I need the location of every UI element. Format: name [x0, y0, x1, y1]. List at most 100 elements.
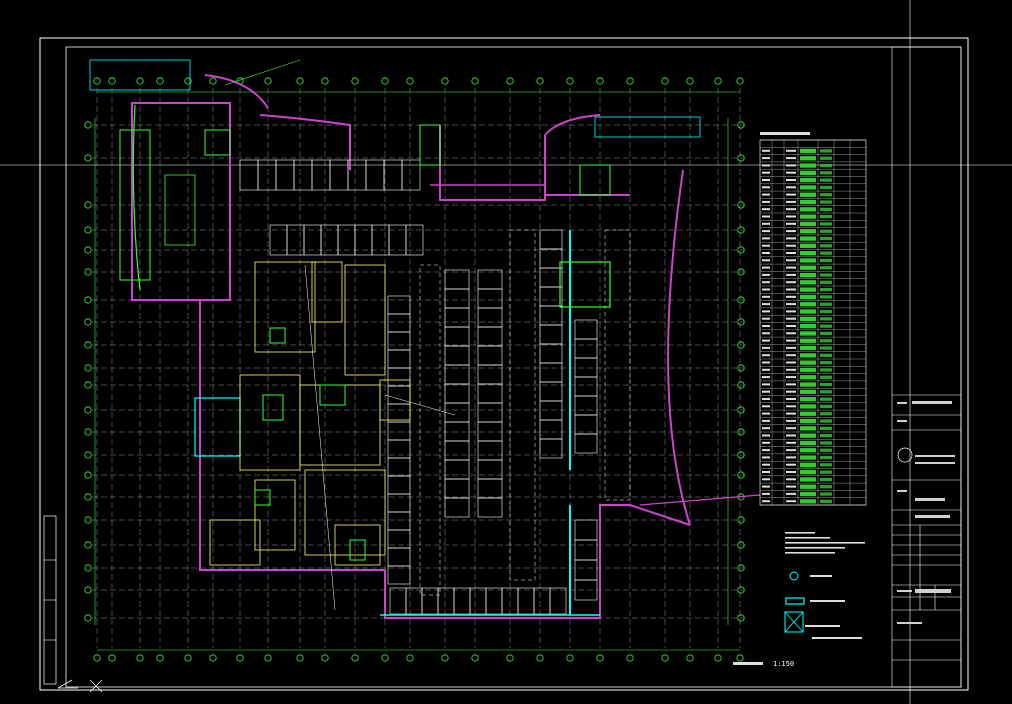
schedule-cell-text-mark	[786, 485, 796, 488]
axis-bubble-top	[296, 77, 304, 85]
axis-bubbles	[84, 77, 745, 662]
schedule-cell-text-mark	[762, 485, 770, 488]
parking-stall	[444, 478, 470, 499]
schedule-cell-fill	[820, 163, 832, 168]
axis-bubble-bottom	[264, 654, 272, 662]
schedule-cell-fill	[820, 477, 832, 482]
schedule-cell-fill	[800, 353, 816, 358]
schedule-cell-text-mark	[786, 354, 796, 357]
schedule-cell-fill	[800, 221, 816, 227]
axis-bubble-bottom	[471, 654, 479, 662]
schedule-cell-text-mark	[786, 273, 796, 276]
axis-bubble-bottom	[108, 654, 116, 662]
schedule-cell-fill	[820, 346, 832, 350]
schedule-cell-fill	[820, 331, 832, 336]
axis-bubble-bottom	[209, 654, 217, 662]
axis-bubble-left	[84, 341, 92, 349]
schedule-cell-text-mark	[762, 478, 770, 481]
schedule-cell-fill	[820, 288, 832, 292]
schedule-cell-text-mark	[762, 193, 770, 196]
equipment-room	[239, 374, 301, 471]
parking-stall	[388, 224, 407, 256]
axis-bubble-bottom	[661, 654, 669, 662]
schedule-cell-text-mark	[762, 390, 770, 393]
schedule-cell-fill	[800, 192, 816, 197]
schedule-cell-fill	[820, 499, 832, 503]
schedule-cell-fill	[800, 433, 816, 438]
schedule-cell-text-mark	[786, 317, 796, 320]
entrance-canopy	[594, 116, 701, 138]
parking-stall	[421, 587, 439, 615]
entrance-canopy	[89, 59, 191, 91]
parking-stall	[574, 376, 598, 397]
schedule-cell-fill	[820, 185, 832, 190]
parking-stall	[354, 224, 373, 256]
schedule-cell-fill	[800, 397, 816, 402]
parking-stall	[539, 248, 563, 269]
axis-bubble-bottom	[381, 654, 389, 662]
parking-stall	[444, 345, 470, 366]
schedule-cell-fill	[820, 375, 832, 379]
stair-core	[164, 174, 196, 246]
schedule-cell-text-mark	[786, 478, 796, 481]
schedule-cell-fill	[820, 200, 832, 204]
schedule-cell-text-mark	[786, 200, 796, 203]
schedule-title-mark	[760, 132, 810, 135]
schedule-cell-fill	[800, 389, 816, 394]
axis-bubble-top	[136, 77, 144, 85]
schedule-cell-text-mark	[762, 500, 770, 503]
parking-stall	[574, 559, 598, 581]
axis-bubble-bottom	[736, 654, 744, 662]
schedule-cell-fill	[800, 440, 816, 446]
axis-bubble-bottom	[686, 654, 694, 662]
schedule-cell-text-mark	[762, 164, 770, 167]
schedule-cell-fill	[820, 463, 832, 467]
schedule-cell-fill	[800, 148, 816, 154]
schedule-cell-fill	[800, 207, 816, 212]
legend-symbol-duct-icon	[785, 597, 805, 605]
drive-aisle	[419, 264, 441, 596]
parking-stall	[405, 224, 424, 256]
schedule-cell-fill	[800, 243, 816, 248]
schedule-cell-fill	[800, 294, 816, 300]
schedule-cell-text-mark	[762, 244, 770, 247]
parking-stall	[239, 159, 259, 191]
schedule-cell-text-mark	[786, 244, 796, 247]
schedule-cell-text-mark	[762, 398, 770, 400]
schedule-cell-text-mark	[762, 310, 770, 313]
parking-stall	[387, 565, 411, 585]
schedule-cell-fill	[820, 470, 832, 474]
parking-stall	[539, 229, 563, 250]
schedule-cell-fill	[800, 178, 816, 183]
axis-bubble-bottom	[406, 654, 414, 662]
schedule-cell-text-mark	[786, 310, 796, 313]
axis-bubble-left	[84, 296, 92, 304]
schedule-cell-fill	[820, 441, 832, 445]
parking-stall	[303, 224, 322, 256]
parking-stall	[387, 367, 411, 387]
schedule-cell-text-mark	[762, 463, 770, 466]
parking-stall	[387, 511, 411, 531]
axis-bubble-top	[626, 77, 634, 85]
parking-stall	[574, 519, 598, 541]
parking-stall	[329, 159, 349, 191]
parking-stall	[539, 267, 563, 288]
axis-bubble-bottom	[321, 654, 329, 662]
axis-grid-lines	[92, 88, 745, 648]
schedule-cell-text-mark	[762, 266, 770, 269]
schedule-cell-fill	[820, 492, 832, 496]
schedule-cell-fill	[820, 339, 832, 343]
pipe-line	[224, 59, 301, 86]
parking-stall	[444, 497, 470, 518]
schedule-cell-fill	[820, 273, 832, 277]
schedule-cell-text-mark	[762, 179, 770, 181]
schedule-cell-fill	[820, 236, 832, 241]
schedule-cell-fill	[820, 178, 832, 182]
parking-stall	[539, 362, 563, 383]
parking-stall	[477, 383, 503, 404]
schedule-cell-fill	[800, 316, 816, 321]
schedule-cell-fill	[800, 411, 816, 416]
machine-room	[262, 394, 284, 421]
parking-stall	[477, 345, 503, 366]
legend-symbol-fan-icon	[789, 571, 799, 581]
